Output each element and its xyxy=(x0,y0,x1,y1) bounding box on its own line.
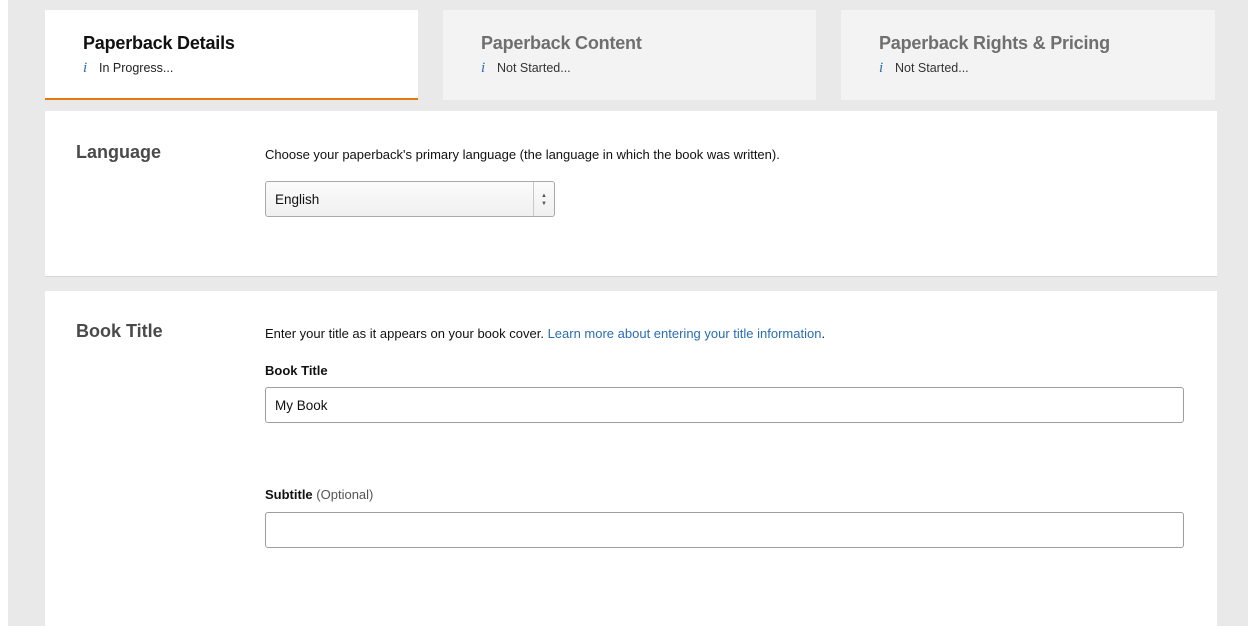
subtitle-label-text: Subtitle xyxy=(265,487,313,502)
book-title-heading: Book Title xyxy=(76,321,163,341)
subtitle-field-label: Subtitle (Optional) xyxy=(265,487,373,502)
tab-status: i Not Started... xyxy=(879,60,1215,76)
language-section: Language Choose your paperback's primary… xyxy=(45,111,1217,277)
info-icon: i xyxy=(83,60,88,76)
tab-title: Paperback Details xyxy=(83,33,235,53)
subtitle-optional-text: (Optional) xyxy=(316,487,374,502)
language-select[interactable]: English ▲ ▼ xyxy=(265,181,555,217)
select-updown-icon: ▲ ▼ xyxy=(533,182,554,216)
step-tabs: Paperback Details i In Progress... Paperb… xyxy=(45,10,1215,100)
book-title-input-value: My Book xyxy=(275,398,328,413)
tab-status-text: In Progress... xyxy=(99,61,174,75)
tab-status-text: Not Started... xyxy=(497,61,571,75)
language-heading: Language xyxy=(76,142,162,162)
book-title-section: Book Title Enter your title as it appear… xyxy=(45,291,1217,626)
tab-paperback-rights-pricing[interactable]: Paperback Rights & Pricing i Not Started.… xyxy=(841,10,1215,100)
info-icon: i xyxy=(879,60,884,76)
info-icon: i xyxy=(481,60,486,76)
language-select-value: English xyxy=(275,192,320,207)
tab-status: i Not Started... xyxy=(481,60,816,76)
learn-more-link[interactable]: Learn more about entering your title inf… xyxy=(548,326,822,341)
tab-paperback-content[interactable]: Paperback Content i Not Started... xyxy=(443,10,816,100)
book-title-description: Enter your title as it appears on your b… xyxy=(265,326,825,341)
book-title-field-label: Book Title xyxy=(265,363,328,378)
tab-status-text: Not Started... xyxy=(895,61,969,75)
book-title-input[interactable]: My Book xyxy=(265,387,1184,423)
subtitle-input[interactable] xyxy=(265,512,1184,548)
language-description: Choose your paperback's primary language… xyxy=(265,147,780,162)
book-title-description-text: Enter your title as it appears on your b… xyxy=(265,326,544,341)
tab-title: Paperback Content xyxy=(481,33,642,53)
tab-paperback-details[interactable]: Paperback Details i In Progress... xyxy=(45,10,418,100)
tab-status: i In Progress... xyxy=(83,60,418,76)
description-period: . xyxy=(821,326,826,341)
tab-title: Paperback Rights & Pricing xyxy=(879,33,1110,53)
